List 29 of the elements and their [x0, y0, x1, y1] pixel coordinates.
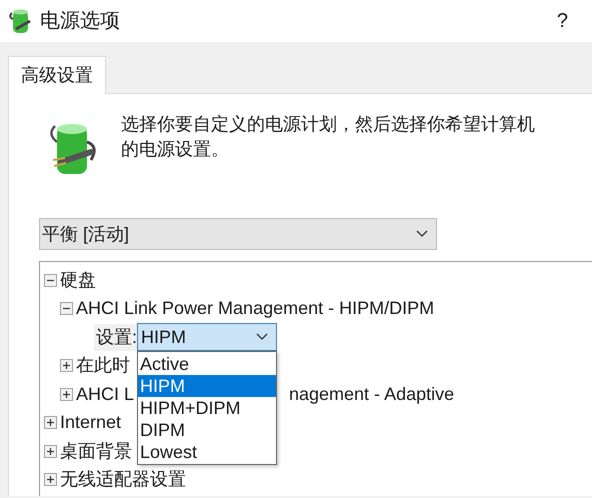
setting-dropdown[interactable]: HIPM — [137, 323, 278, 352]
expand-icon[interactable] — [60, 359, 73, 372]
collapse-icon[interactable] — [44, 274, 57, 287]
expand-icon[interactable] — [60, 388, 73, 401]
tree-item[interactable]: 桌面背景 — [60, 438, 132, 465]
dropdown-option[interactable]: Active — [138, 353, 276, 376]
description-text: 选择你要自定义的电源计划，然后选择你希望计算机 的电源设置。 — [121, 113, 535, 161]
chevron-down-icon — [416, 230, 428, 238]
chevron-down-icon — [256, 333, 268, 342]
tree-item[interactable]: 无线适配器设置 — [60, 466, 186, 494]
tree-item[interactable]: 在此时 — [76, 352, 130, 380]
dropdown-option[interactable]: DIPM — [138, 419, 276, 442]
tree-item[interactable]: AHCI Link Power Management - HIPM/DIPM — [76, 295, 434, 322]
dropdown-option[interactable]: HIPM+DIPM — [138, 397, 276, 420]
dropdown-option[interactable]: HIPM — [138, 375, 276, 398]
dropdown-option[interactable]: Lowest — [138, 441, 276, 464]
expand-icon[interactable] — [44, 416, 57, 430]
tree-item[interactable]: Internet — [60, 409, 122, 436]
window-title: 电源选项 — [40, 9, 120, 34]
plan-dropdown[interactable]: 平衡 [活动] — [39, 218, 437, 250]
tree-item[interactable]: 硬盘 — [60, 266, 96, 294]
expand-icon[interactable] — [44, 444, 57, 458]
collapse-icon[interactable] — [60, 302, 73, 316]
setting-label: 设置: — [94, 324, 138, 351]
help-button[interactable]: ? — [556, 6, 568, 36]
tab[interactable]: 高级设置 — [8, 56, 106, 94]
expand-icon[interactable] — [44, 473, 57, 486]
tree-item-text[interactable]: nagement - Adaptive — [289, 380, 454, 408]
tree-item[interactable]: AHCI L — [76, 380, 134, 408]
